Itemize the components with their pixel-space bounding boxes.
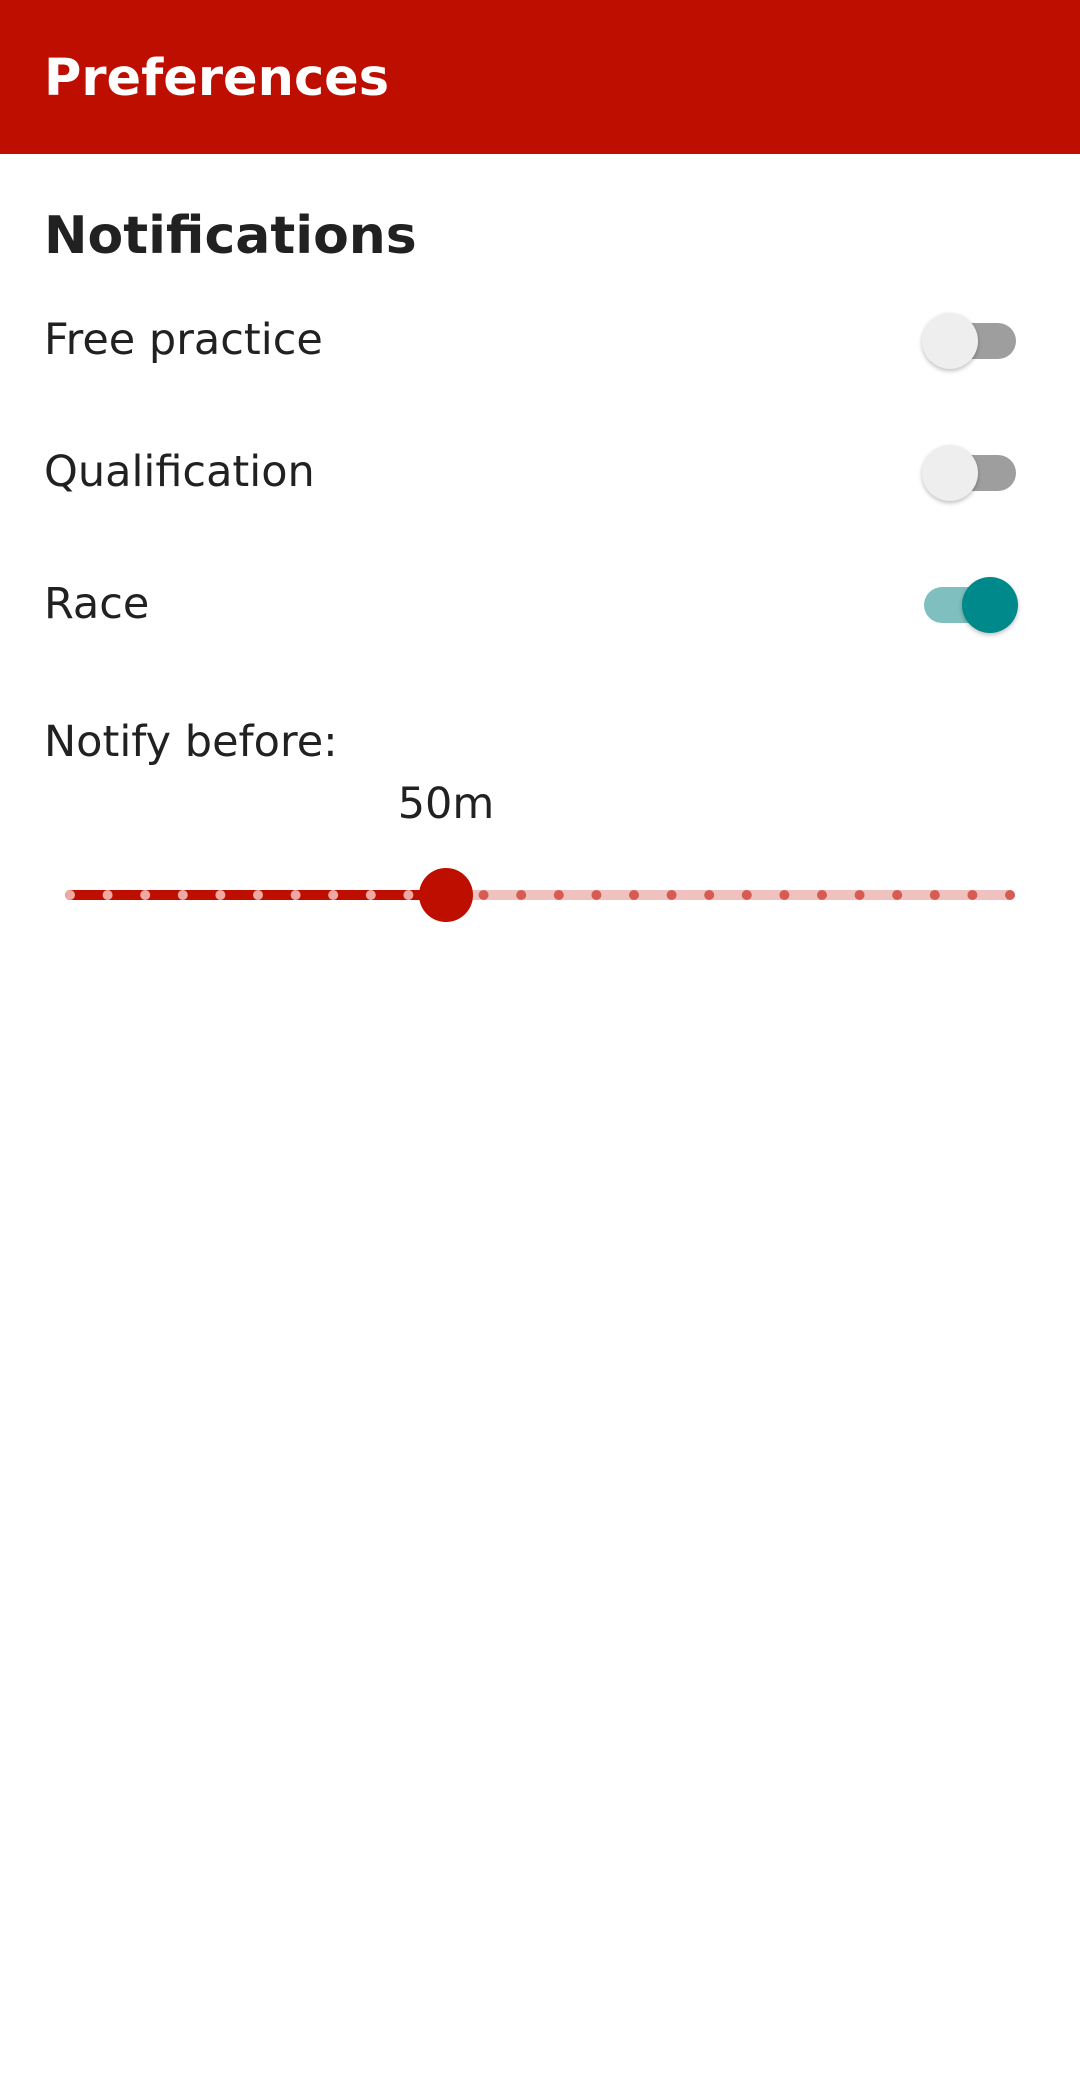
slider-tick (102, 890, 113, 900)
pref-label-qualification: Qualification (44, 447, 315, 497)
switch-thumb[interactable] (922, 313, 978, 369)
slider-tick (629, 890, 639, 900)
slider-tick (929, 890, 940, 900)
slider-tick (666, 890, 677, 900)
slider-tick (177, 890, 188, 900)
free-practice-switch[interactable] (922, 313, 1018, 369)
slider-tick (741, 890, 752, 900)
slider-graphic[interactable] (50, 860, 1030, 930)
slider-tick (704, 890, 715, 900)
notify-before-label: Notify before: (44, 717, 338, 767)
slider-value-label: 50m (397, 779, 495, 829)
notify-before-slider[interactable] (50, 860, 1030, 930)
slider-tick (591, 890, 602, 900)
race-switch[interactable] (922, 577, 1018, 633)
qualification-switch[interactable] (922, 445, 1018, 501)
pref-row-race[interactable]: Race (0, 538, 1080, 670)
slider-tick (478, 890, 489, 900)
pref-row-free-practice[interactable]: Free practice (0, 274, 1080, 406)
slider-tick (817, 890, 827, 900)
slider-thumb[interactable] (419, 868, 473, 922)
slider-tick (328, 890, 339, 900)
slider-tick (403, 890, 414, 900)
slider-tick (365, 890, 376, 900)
switch-thumb[interactable] (962, 577, 1018, 633)
slider-tick (854, 890, 865, 900)
slider-tick (516, 890, 527, 900)
slider-tick (967, 890, 978, 900)
slider-tick (65, 890, 75, 900)
slider-tick (253, 890, 263, 900)
page-title: Preferences (44, 49, 390, 108)
slider-tick (140, 890, 151, 900)
slider-tick (553, 890, 564, 900)
slider-tick (215, 890, 226, 900)
slider-tick (892, 890, 903, 900)
slider-tick (1005, 890, 1015, 900)
section-title-notifications: Notifications (44, 206, 417, 266)
slider-tick (779, 890, 790, 900)
pref-label-race: Race (44, 579, 150, 629)
slider-tick (290, 890, 301, 900)
app-bar: Preferences (0, 0, 1080, 154)
pref-label-free-practice: Free practice (44, 315, 323, 365)
switch-thumb[interactable] (922, 445, 978, 501)
pref-row-qualification[interactable]: Qualification (0, 406, 1080, 538)
